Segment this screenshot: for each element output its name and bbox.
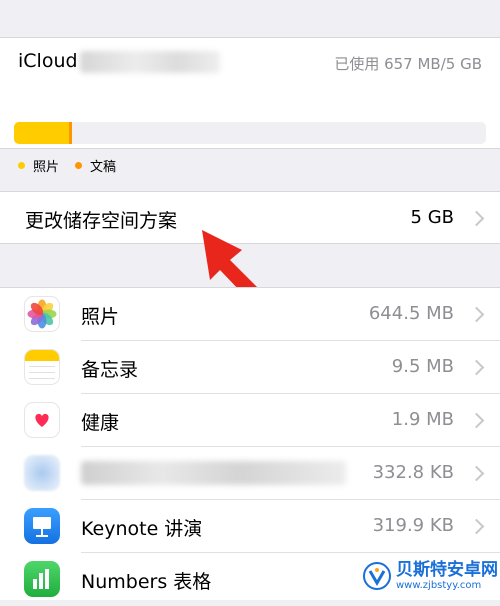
photos-icon (24, 296, 60, 332)
legend-photos-label: 照片 (33, 160, 60, 175)
app-row-blurred[interactable]: 332.8 KB (0, 447, 500, 500)
icloud-title: iCloud (18, 50, 78, 72)
change-plan-label: 更改储存空间方案 (25, 210, 178, 232)
app-size: 9.5 MB (391, 356, 454, 377)
legend-docs: 文稿 (75, 156, 116, 175)
app-size: 319.9 KB (372, 515, 454, 536)
app-name: Numbers 表格 (81, 571, 212, 593)
app-name: Keynote 讲演 (81, 518, 203, 540)
storage-bar-photos-segment (14, 122, 69, 144)
legend-docs-label: 文稿 (90, 160, 117, 175)
app-name: 备忘录 (81, 359, 139, 381)
blurred-app-icon (24, 455, 60, 491)
chevron-right-icon (468, 412, 485, 429)
app-name: 健康 (81, 412, 120, 434)
docs-dot-icon (75, 162, 83, 169)
storage-bar-docs-segment (69, 122, 72, 144)
chevron-right-icon (468, 359, 485, 376)
site-watermark: 贝斯特安卓网 www.zjbstyy.com (362, 552, 500, 600)
app-size: 644.5 MB (368, 303, 454, 324)
app-row-keynote[interactable]: Keynote 讲演 319.9 KB (0, 500, 500, 553)
chevron-right-icon (468, 306, 485, 323)
watermark-logo-icon (363, 562, 391, 590)
storage-bar (14, 122, 486, 144)
app-row-health[interactable]: 健康 1.9 MB (0, 394, 500, 447)
blurred-account-name (80, 51, 220, 73)
watermark-url: www.zjbstyy.com (396, 580, 482, 591)
keynote-icon (24, 508, 60, 544)
chevron-right-icon (468, 465, 485, 482)
app-row-photos[interactable]: 照片 644.5 MB (0, 288, 500, 341)
app-size: 332.8 KB (372, 462, 454, 483)
chevron-right-icon (468, 210, 485, 227)
notes-icon (24, 349, 60, 385)
storage-usage-text: 已使用 657 MB/5 GB (334, 55, 482, 73)
current-plan-value: 5 GB (410, 207, 454, 228)
app-size: 1.9 MB (391, 409, 454, 430)
chevron-right-icon (468, 518, 485, 535)
top-spacer (0, 0, 500, 37)
health-icon (24, 402, 60, 438)
icloud-storage-card: iCloud 已使用 657 MB/5 GB 照片 文稿 (0, 37, 500, 175)
numbers-icon (24, 561, 60, 597)
watermark-title: 贝斯特安卓网 (396, 560, 498, 580)
photos-dot-icon (18, 162, 25, 169)
app-name: 照片 (81, 306, 120, 328)
legend-photos: 照片 (18, 156, 59, 175)
app-row-notes[interactable]: 备忘录 9.5 MB (0, 341, 500, 394)
storage-legend: 照片 文稿 (18, 156, 132, 175)
blurred-app-name (81, 461, 346, 485)
